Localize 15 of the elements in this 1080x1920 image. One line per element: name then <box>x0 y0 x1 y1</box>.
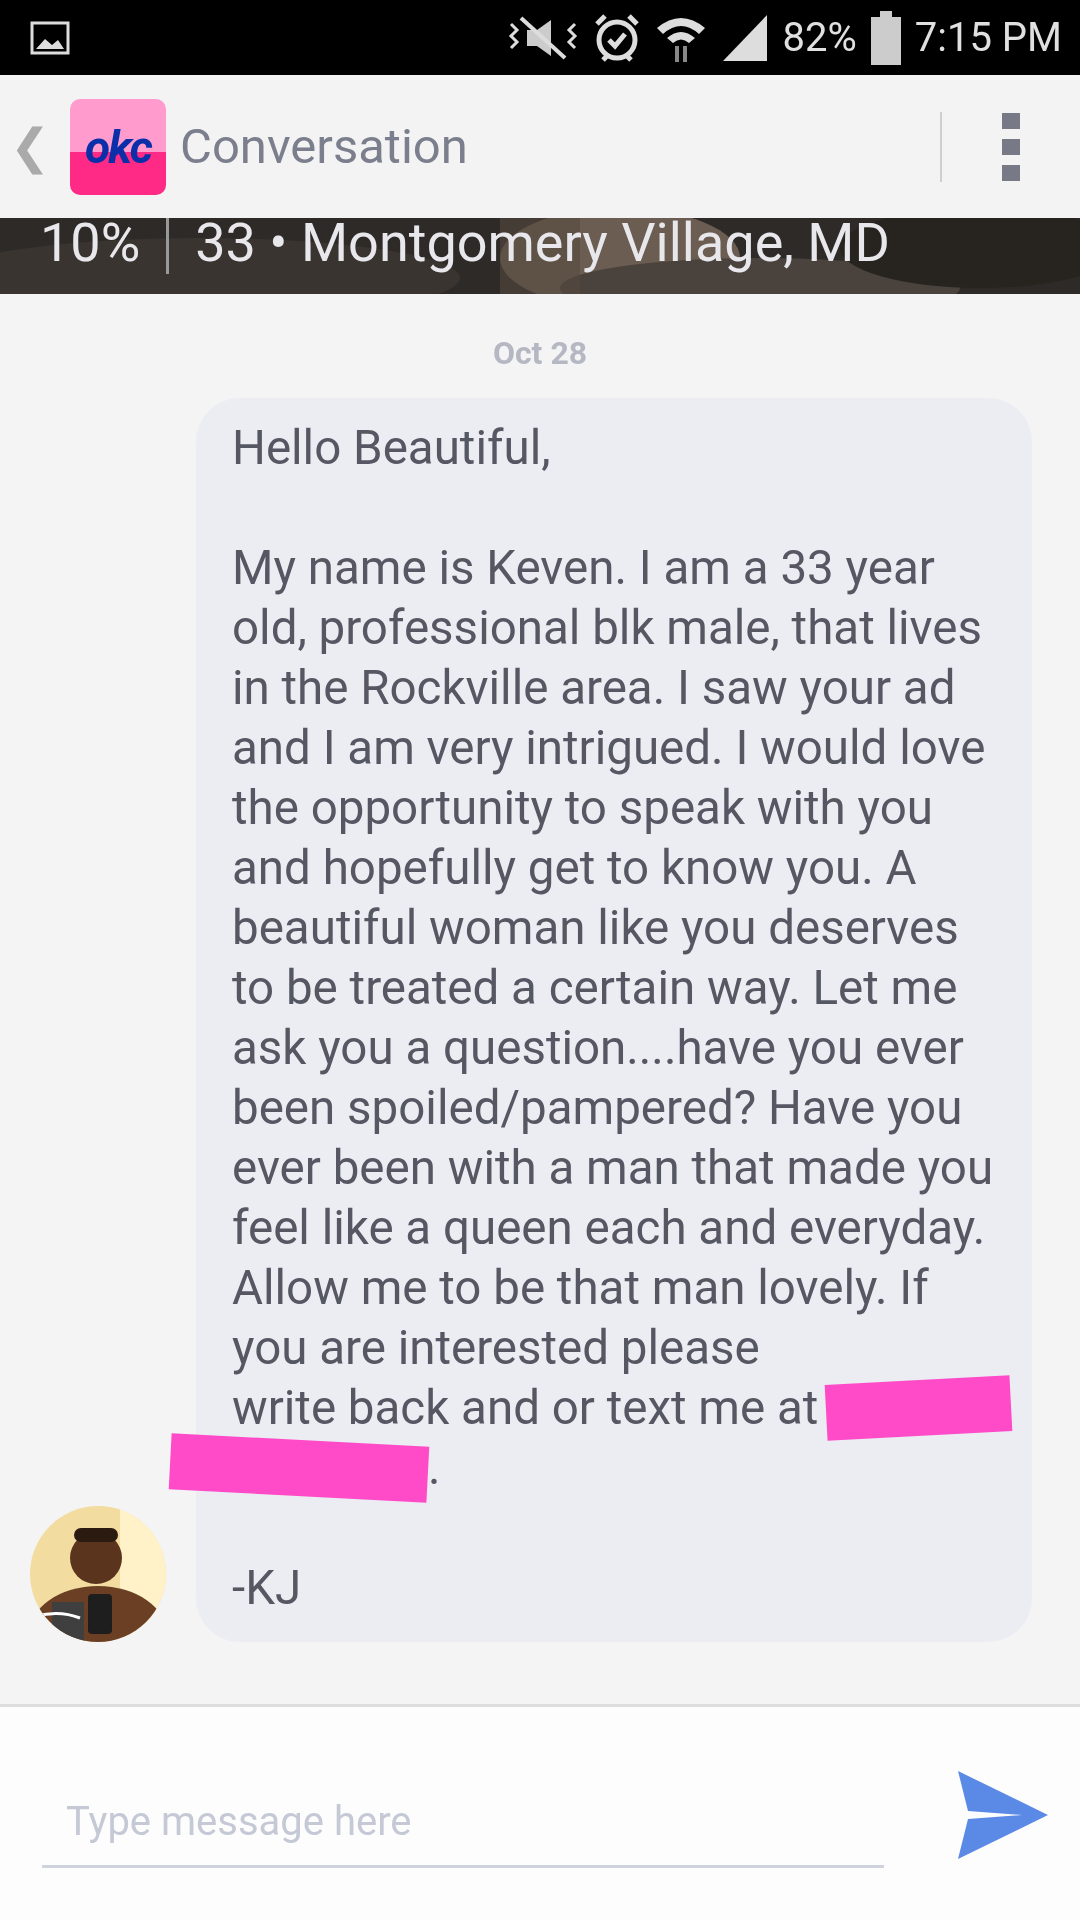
message-signature: -KJ <box>232 1559 303 1618</box>
message-text: . <box>428 1439 441 1498</box>
image-icon <box>30 20 70 55</box>
profile-details: 33 • Montgomery Village, MD <box>195 218 890 274</box>
match-percentage: 10% <box>40 218 141 274</box>
app-logo: okc <box>70 98 166 195</box>
message-date: Oct 28 <box>491 333 589 374</box>
message-greeting: Hello Beautiful, <box>232 419 552 478</box>
clock: 7:15 PM <box>914 14 1062 61</box>
screen-title: Conversation <box>180 118 469 175</box>
message-text: write back and or text me at <box>232 1379 819 1438</box>
back-button[interactable]: ❮ <box>10 118 50 175</box>
battery-percentage: 82% <box>782 14 857 61</box>
message-input[interactable]: Type message here <box>42 1758 884 1868</box>
battery-icon <box>870 10 901 65</box>
